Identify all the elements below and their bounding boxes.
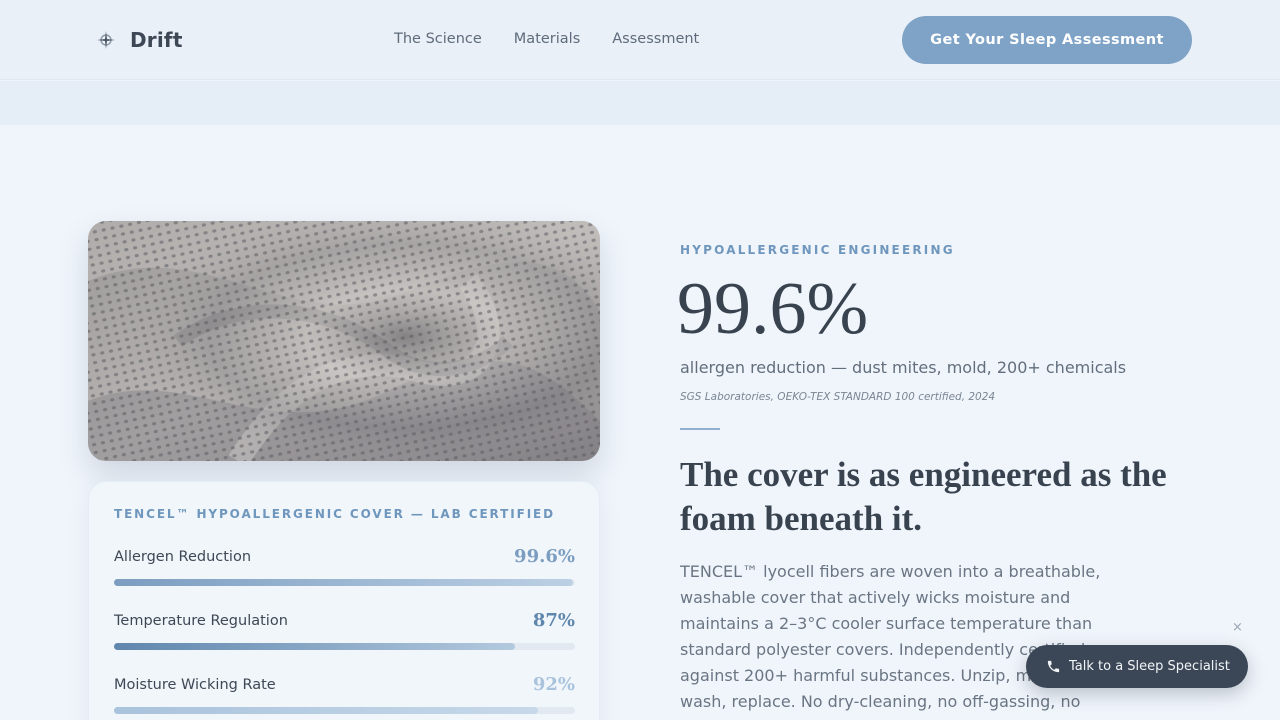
progress-track bbox=[114, 579, 575, 586]
nav-link-materials[interactable]: Materials bbox=[514, 31, 580, 47]
fabric-photo bbox=[88, 221, 600, 461]
talk-to-specialist-button[interactable]: Talk to a Sleep Specialist bbox=[1026, 645, 1248, 688]
brand-star-icon bbox=[97, 31, 115, 49]
get-sleep-assessment-button[interactable]: Get Your Sleep Assessment bbox=[902, 16, 1192, 64]
section-eyebrow: HYPOALLERGENIC ENGINEERING bbox=[680, 243, 955, 257]
brand-name: Drift bbox=[130, 28, 183, 52]
nav-link-the-science[interactable]: The Science bbox=[394, 31, 482, 47]
metric-value: 92% bbox=[532, 674, 575, 695]
divider bbox=[680, 428, 720, 430]
top-navigation: Drift The Science Materials Assessment G… bbox=[0, 0, 1280, 80]
allergen-stat: 99.6% bbox=[677, 268, 869, 350]
nav-link-assessment[interactable]: Assessment bbox=[612, 31, 699, 47]
stat-description: allergen reduction — dust mites, mold, 2… bbox=[680, 358, 1127, 377]
metric-label: Moisture Wicking Rate bbox=[114, 677, 276, 693]
section-body: TENCEL™ lyocell fibers are woven into a … bbox=[680, 562, 1101, 711]
section-headline: The cover is as engineered as the foam b… bbox=[680, 455, 1167, 538]
progress-fill bbox=[114, 579, 574, 586]
metric-label: Temperature Regulation bbox=[114, 613, 288, 629]
metric-label: Allergen Reduction bbox=[114, 549, 252, 565]
progress-fill bbox=[114, 643, 516, 650]
certification-card: TENCEL™ HYPOALLERGENIC COVER — LAB CERTI… bbox=[88, 481, 600, 720]
progress-fill bbox=[114, 707, 539, 714]
close-icon[interactable]: × bbox=[1232, 620, 1243, 635]
progress-track bbox=[114, 707, 575, 714]
nav-links: The Science Materials Assessment bbox=[394, 31, 699, 47]
card-title: TENCEL™ HYPOALLERGENIC COVER — LAB CERTI… bbox=[114, 507, 556, 521]
stat-source: SGS Laboratories, OEKO-TEX STANDARD 100 … bbox=[680, 391, 996, 403]
progress-track bbox=[114, 643, 575, 650]
phone-icon bbox=[1047, 660, 1060, 673]
metric-value: 87% bbox=[532, 610, 575, 631]
sub-header-band bbox=[0, 81, 1280, 125]
brand-logo[interactable]: Drift bbox=[96, 28, 183, 52]
metric-value: 99.6% bbox=[514, 546, 575, 567]
chat-label: Talk to a Sleep Specialist bbox=[1069, 659, 1230, 674]
